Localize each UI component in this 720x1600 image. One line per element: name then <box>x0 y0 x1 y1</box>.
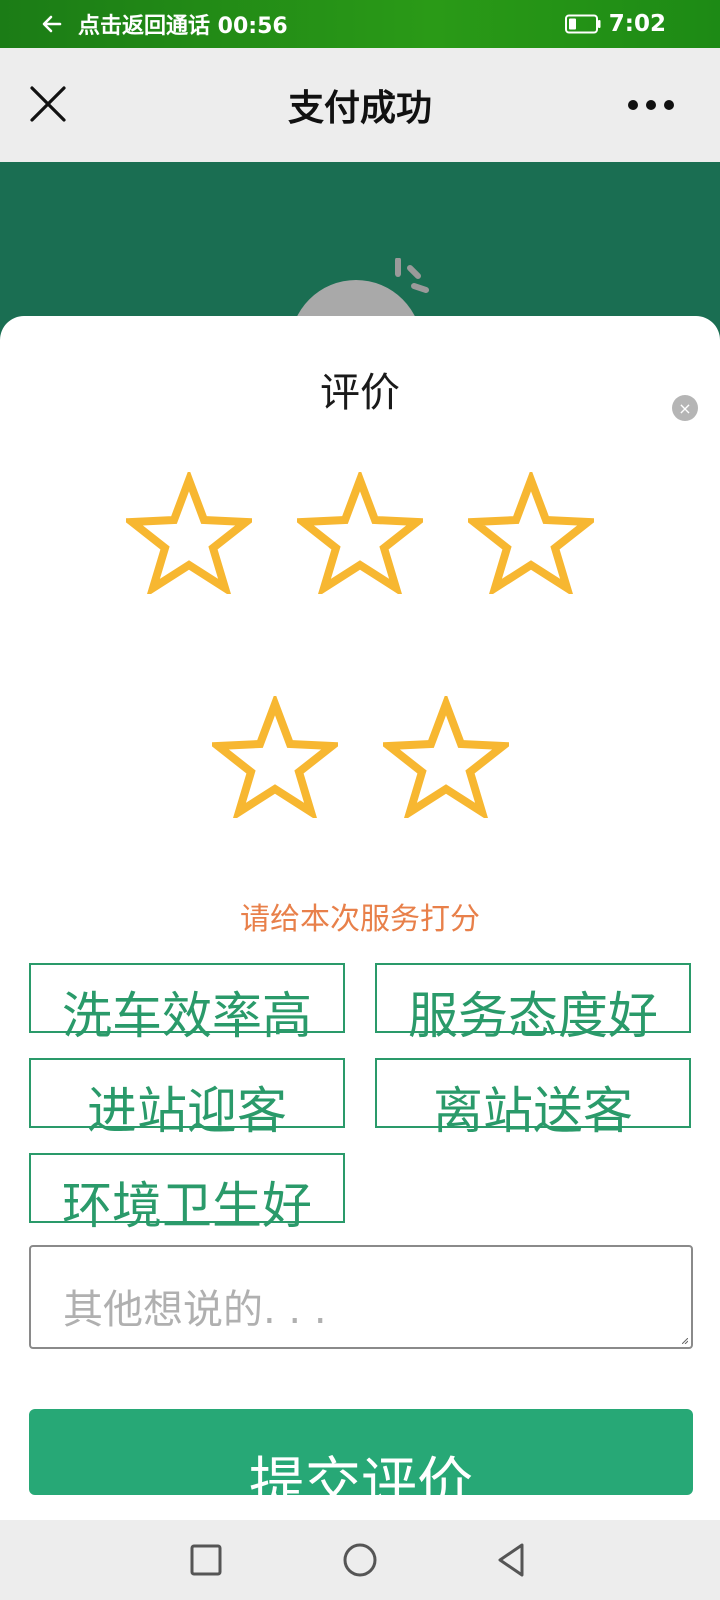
tag-farewell[interactable]: 离站送客 <box>375 1058 691 1136</box>
tag-label: 离站送客 <box>433 1082 633 1140</box>
tag-label: 环境卫生好 <box>62 1177 312 1235</box>
page-title: 支付成功 <box>287 88 432 129</box>
close-icon[interactable] <box>28 84 68 124</box>
star-1-icon[interactable] <box>126 472 252 594</box>
tag-welcome[interactable]: 进站迎客 <box>29 1058 345 1136</box>
circle-icon[interactable] <box>340 1540 380 1580</box>
star-5-icon[interactable] <box>383 696 509 818</box>
resize-handle-icon[interactable] <box>682 1338 688 1344</box>
rating-title: 评价 <box>320 370 400 416</box>
submit-rating-button[interactable]: 提交评价 <box>29 1409 693 1495</box>
star-4-icon[interactable] <box>212 696 338 818</box>
call-return-banner[interactable]: 点击返回通话 00:56 <box>0 8 288 40</box>
tag-service-attitude[interactable]: 服务态度好 <box>375 963 691 1041</box>
triangle-back-icon[interactable] <box>492 1540 532 1580</box>
comment-placeholder: 其他想说的. . . <box>63 1287 327 1333</box>
star-2-icon[interactable] <box>297 472 423 594</box>
tag-label: 进站迎客 <box>87 1082 287 1140</box>
more-icon[interactable] <box>626 98 676 112</box>
comment-input[interactable]: 其他想说的. . . <box>29 1245 693 1349</box>
tag-wash-efficiency[interactable]: 洗车效率高 <box>29 963 345 1041</box>
tag-label: 服务态度好 <box>408 987 658 1045</box>
tag-hygiene[interactable]: 环境卫生好 <box>29 1153 345 1231</box>
status-right: 7:02 <box>564 0 666 48</box>
battery-icon <box>564 14 601 34</box>
arrow-left-icon <box>42 15 62 33</box>
clock: 7:02 <box>608 11 666 37</box>
call-return-text: 点击返回通话 00:56 <box>78 14 288 39</box>
system-nav-bar <box>0 1520 720 1600</box>
tag-label: 洗车效率高 <box>62 987 312 1045</box>
sheet-close-button[interactable]: × <box>672 395 698 421</box>
status-bar: 点击返回通话 00:56 7:02 <box>0 0 720 48</box>
title-bar: 支付成功 <box>0 48 720 162</box>
rating-prompt: 请给本次服务打分 <box>240 902 480 937</box>
square-icon[interactable] <box>186 1540 226 1580</box>
submit-label: 提交评价 <box>249 1452 473 1495</box>
star-3-icon[interactable] <box>468 472 594 594</box>
sparkle-icon <box>395 258 429 293</box>
rating-sheet: 评价 × 请给本次服务打分 洗车效率高 服务态度好 进站迎客 离站送客 环境卫生… <box>0 316 720 1519</box>
